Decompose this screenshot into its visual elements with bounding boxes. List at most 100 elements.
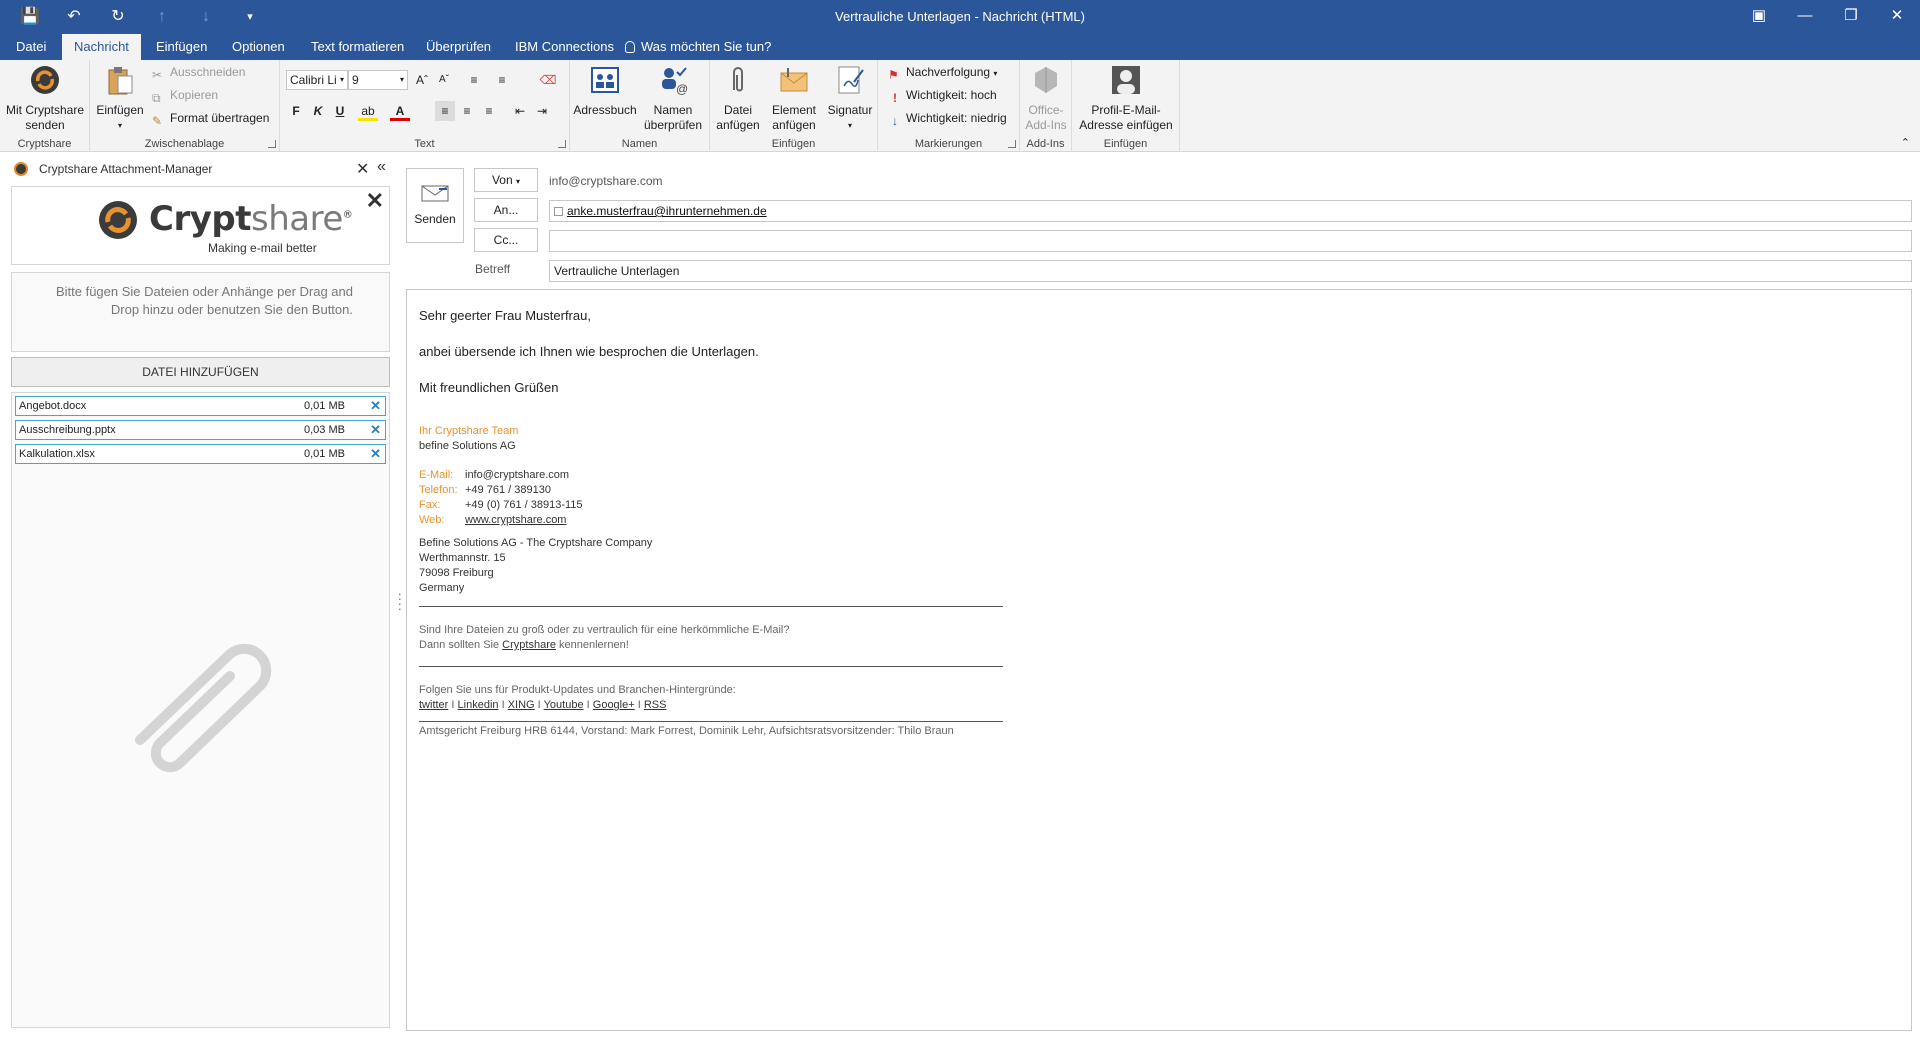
web-link[interactable]: www.cryptshare.com xyxy=(465,514,566,526)
send-button[interactable]: Senden xyxy=(406,168,464,243)
format-painter-button[interactable]: ✎ Format übertragen xyxy=(152,108,269,130)
minimize-icon[interactable]: — xyxy=(1782,0,1828,34)
group-insert: Datei anfügen Element anfügen Signatur ▾… xyxy=(710,60,878,152)
linkedin-link[interactable]: Linkedin xyxy=(458,699,499,711)
cut-button[interactable]: ✂ Ausschneiden xyxy=(152,62,245,84)
copy-icon: ⧉ xyxy=(152,91,161,105)
divider xyxy=(419,666,1003,667)
signature-team: Ihr Cryptshare Team xyxy=(419,425,519,437)
cryptshare-link[interactable]: Cryptshare xyxy=(502,639,556,651)
pane-collapse-icon[interactable]: « xyxy=(377,158,386,176)
add-file-button[interactable]: DATEI HINZUFÜGEN xyxy=(11,357,390,387)
clipboard-launcher-icon[interactable] xyxy=(268,140,276,148)
recipient-checkbox[interactable] xyxy=(554,207,563,216)
subject-field[interactable]: Vertrauliche Unterlagen xyxy=(549,260,1912,282)
clear-formatting-icon[interactable]: ⌫ xyxy=(538,70,558,90)
send-with-cryptshare-button[interactable]: Mit Cryptshare senden xyxy=(4,64,86,133)
bullets-icon[interactable]: ≡ xyxy=(464,70,484,90)
drop-zone[interactable]: Bitte fügen Sie Dateien oder Anhänge per… xyxy=(11,272,390,352)
pane-splitter[interactable]: .... xyxy=(398,584,402,612)
tab-ueberpruefen[interactable]: Überprüfen xyxy=(414,34,503,60)
font-name-value: Calibri Li xyxy=(290,73,337,87)
italic-button[interactable]: K xyxy=(308,101,328,121)
tab-ibm-connections[interactable]: IBM Connections xyxy=(503,34,626,60)
paste-button[interactable]: Einfügen ▾ xyxy=(94,64,146,133)
chevron-down-icon: ▾ xyxy=(993,69,998,78)
underline-button[interactable]: U xyxy=(330,101,350,121)
pane-close-icon[interactable]: ✕ xyxy=(356,159,369,179)
to-recipient[interactable]: anke.musterfrau@ihrunternehmen.de xyxy=(567,204,767,218)
address-book-button[interactable]: Adressbuch xyxy=(572,64,638,118)
follow-up-button[interactable]: ⚑ Nachverfolgung ▾ xyxy=(888,62,997,84)
promo-line: Sind Ihre Dateien zu groß oder zu vertra… xyxy=(419,624,790,636)
to-button[interactable]: An... xyxy=(474,198,538,222)
down-arrow-icon: ↓ xyxy=(892,114,898,128)
tags-launcher-icon[interactable] xyxy=(1008,140,1016,148)
to-field[interactable]: anke.musterfrau@ihrunternehmen.de xyxy=(549,200,1912,222)
low-importance-button[interactable]: ↓ Wichtigkeit: niedrig xyxy=(888,108,1007,130)
logo-close-icon[interactable]: ✕ xyxy=(366,188,384,214)
tab-optionen[interactable]: Optionen xyxy=(220,34,297,60)
grow-font-icon[interactable]: Aˆ xyxy=(412,70,432,90)
group-label-insert: Einfügen xyxy=(771,138,816,150)
tab-nachricht[interactable]: Nachricht xyxy=(62,34,141,60)
office-addins-button[interactable]: Office- Add-Ins xyxy=(1020,64,1072,133)
group-label-names: Namen xyxy=(621,138,658,150)
tell-me-box[interactable]: Was möchten Sie tun? xyxy=(625,34,771,60)
align-center-icon[interactable]: ≡ xyxy=(457,101,477,121)
check-names-button[interactable]: @ Namen überprüfen xyxy=(640,64,706,133)
googleplus-link[interactable]: Google+ xyxy=(593,699,635,711)
message-body[interactable]: Sehr geerter Frau Musterfrau, anbei über… xyxy=(406,289,1912,1031)
high-importance-button[interactable]: ! Wichtigkeit: hoch xyxy=(888,85,997,107)
wordmark-bold: Crypt xyxy=(149,199,251,239)
decrease-indent-icon[interactable]: ⇤ xyxy=(510,101,530,121)
separator: I xyxy=(501,699,505,711)
font-color-icon[interactable]: A xyxy=(390,101,410,121)
attach-file-button[interactable]: Datei anfügen xyxy=(712,64,764,133)
cc-button[interactable]: Cc... xyxy=(474,228,538,252)
list-item[interactable]: Kalkulation.xlsx 0,01 MB ✕ xyxy=(15,444,386,464)
copy-button[interactable]: ⧉ Kopieren xyxy=(152,85,218,107)
align-right-icon[interactable]: ≡ xyxy=(479,101,499,121)
bold-button[interactable]: F xyxy=(286,101,306,121)
paste-dropdown-icon[interactable]: ▾ xyxy=(94,118,146,133)
twitter-link[interactable]: twitter xyxy=(419,699,448,711)
signature-company: befine Solutions AG xyxy=(419,440,516,452)
cut-label: Ausschneiden xyxy=(170,65,246,79)
remove-file-icon[interactable]: ✕ xyxy=(370,397,381,415)
numbering-icon[interactable]: ≡ xyxy=(492,70,512,90)
cc-field[interactable] xyxy=(549,230,1912,252)
increase-indent-icon[interactable]: ⇥ xyxy=(532,101,552,121)
restore-icon[interactable]: ❐ xyxy=(1828,0,1874,34)
group-label-clipboard: Zwischenablage xyxy=(144,138,225,150)
tab-text-formatieren[interactable]: Text formatieren xyxy=(299,34,416,60)
shrink-font-icon[interactable]: Aˇ xyxy=(434,70,454,90)
from-button[interactable]: Von ▾ xyxy=(474,168,538,192)
font-size-dropdown[interactable]: 9 ▾ xyxy=(348,70,408,90)
remove-file-icon[interactable]: ✕ xyxy=(370,421,381,439)
close-icon[interactable]: ✕ xyxy=(1874,0,1920,34)
flag-icon: ⚑ xyxy=(888,68,899,82)
list-item[interactable]: Angebot.docx 0,01 MB ✕ xyxy=(15,396,386,416)
cryptshare-logo-box: ✕ Cryptshare® Making e-mail better xyxy=(11,186,390,265)
high-importance-label: Wichtigkeit: hoch xyxy=(906,88,997,102)
align-left-icon[interactable]: ≡ xyxy=(435,101,455,121)
youtube-link[interactable]: Youtube xyxy=(544,699,584,711)
signature-button[interactable]: Signatur ▾ xyxy=(824,64,876,133)
remove-file-icon[interactable]: ✕ xyxy=(370,445,381,463)
ribbon-display-icon[interactable]: ▣ xyxy=(1736,0,1782,34)
attach-item-button[interactable]: Element anfügen xyxy=(766,64,822,133)
send-with-cryptshare-line1: Mit Cryptshare xyxy=(5,103,85,117)
xing-link[interactable]: XING xyxy=(508,699,535,711)
list-item[interactable]: Ausschreibung.pptx 0,03 MB ✕ xyxy=(15,420,386,440)
tab-datei[interactable]: Datei xyxy=(4,34,58,60)
highlight-icon[interactable]: ab xyxy=(358,101,378,121)
rss-link[interactable]: RSS xyxy=(644,699,667,711)
check-names-line1: Namen xyxy=(653,103,693,117)
profile-email-button[interactable]: Profil-E-Mail- Adresse einfügen xyxy=(1074,64,1178,133)
collapse-ribbon-icon[interactable]: ⌃ xyxy=(1901,136,1910,149)
signature-dropdown-icon[interactable]: ▾ xyxy=(824,118,876,133)
text-launcher-icon[interactable] xyxy=(558,140,566,148)
tab-einfuegen[interactable]: Einfügen xyxy=(144,34,219,60)
font-name-dropdown[interactable]: Calibri Li ▾ xyxy=(286,70,348,90)
